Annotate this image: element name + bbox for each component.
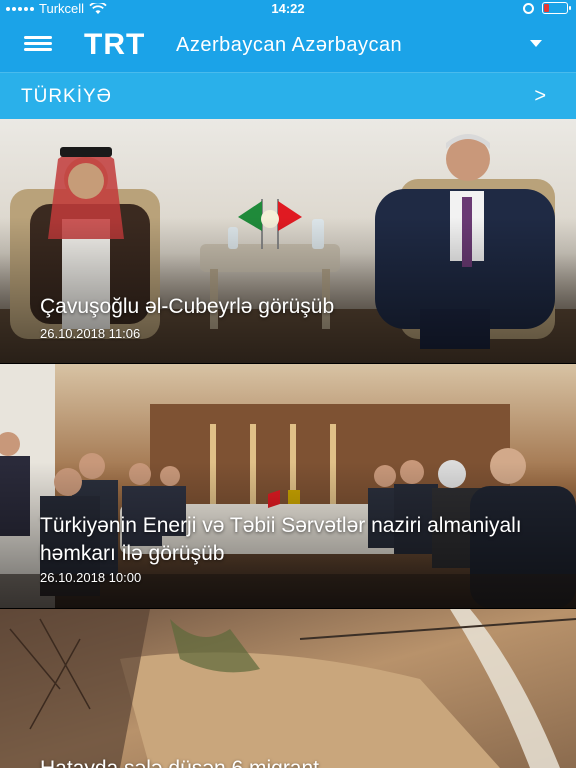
trt-logo: TRT bbox=[84, 28, 146, 61]
article-card[interactable]: Hatayda sələ düşən 6 miqrant bbox=[0, 609, 576, 768]
chevron-down-icon[interactable] bbox=[530, 40, 542, 47]
article-card[interactable]: Türkiyənin Enerji və Təbii Sərvətlər naz… bbox=[0, 364, 576, 608]
article-date: 26.10.2018 10:00 bbox=[40, 570, 142, 585]
article-image bbox=[0, 609, 576, 768]
hamburger-icon[interactable] bbox=[24, 36, 52, 52]
article-card[interactable]: Çavuşoğlu əl-Cubeyrlə görüşüb 26.10.2018… bbox=[0, 119, 576, 363]
app-title[interactable]: Azerbaycan Azərbaycan bbox=[176, 34, 402, 57]
battery-icon bbox=[542, 2, 571, 14]
section-header[interactable]: TÜRKİYƏ > bbox=[0, 72, 576, 119]
status-bar: Turkcell 14:22 bbox=[0, 0, 576, 18]
chevron-right-icon[interactable]: > bbox=[534, 85, 546, 108]
section-title: TÜRKİYƏ bbox=[21, 86, 112, 107]
article-title[interactable]: Türkiyənin Enerji və Təbii Sərvətlər naz… bbox=[40, 512, 556, 568]
alarm-icon bbox=[523, 2, 534, 14]
image-gradient bbox=[0, 216, 576, 363]
article-title[interactable]: Hatayda sələ düşən 6 miqrant bbox=[40, 755, 556, 768]
article-date: 26.10.2018 11:06 bbox=[40, 326, 141, 341]
status-right bbox=[523, 2, 571, 14]
status-time: 14:22 bbox=[271, 1, 305, 16]
app-header: TRT Azerbaycan Azərbaycan bbox=[0, 18, 576, 72]
article-title[interactable]: Çavuşoğlu əl-Cubeyrlə görüşüb bbox=[40, 293, 556, 321]
